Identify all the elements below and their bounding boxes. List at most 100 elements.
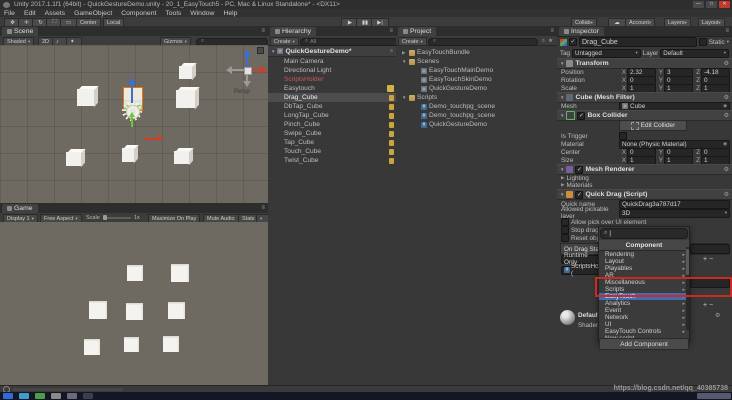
project-item-quickgesturedemo[interactable]: QuickGestureDemo xyxy=(398,84,557,93)
add-component-button[interactable]: Add Component xyxy=(599,338,689,350)
tab-scene[interactable]: Scene xyxy=(2,27,38,36)
gear-icon[interactable]: ⚙ xyxy=(724,112,729,119)
allowed-layer-dropdown[interactable]: 3D▾ xyxy=(619,209,730,218)
quick-drag-enabled-checkbox[interactable] xyxy=(575,191,583,199)
gear-icon[interactable]: ⚙ xyxy=(724,191,729,198)
project-create-button[interactable]: Create▾ xyxy=(398,37,427,46)
event-field-strip[interactable] xyxy=(690,244,730,254)
reset-object-checkbox[interactable] xyxy=(561,234,569,242)
gear-icon[interactable]: ⚙ xyxy=(724,94,729,101)
project-item-demo_touchpg_scene[interactable]: #Demo_touchpg_scene xyxy=(398,102,557,111)
axis-y-icon[interactable] xyxy=(246,55,248,67)
project-item-demo_touchpg_scene[interactable]: #Demo_touchpg_scene xyxy=(398,111,557,120)
active-checkbox[interactable] xyxy=(569,38,577,46)
scale-slider-thumb[interactable] xyxy=(103,215,107,220)
game-viewport[interactable] xyxy=(0,222,268,385)
scene-cube[interactable] xyxy=(174,148,193,164)
project-item-easytouchbundle[interactable]: ▶EasyTouchBundle xyxy=(398,48,557,57)
hierarchy-item-touch_cube[interactable]: Touch_Cube xyxy=(268,147,396,156)
edit-collider-button[interactable]: Edit Collider xyxy=(619,120,687,131)
taskbar-app-icon[interactable] xyxy=(83,393,93,399)
component-menu-item-analytics[interactable]: Analytics▸ xyxy=(599,300,689,307)
axis-center-cube-icon[interactable] xyxy=(244,67,252,75)
scene-cube[interactable] xyxy=(179,63,196,79)
panel-menu-icon[interactable]: ≡ xyxy=(261,205,265,211)
scene-cube[interactable] xyxy=(122,145,138,162)
scene-viewport[interactable]: Persp xyxy=(0,45,268,203)
project-item-scripts[interactable]: ▼Scripts xyxy=(398,93,557,102)
component-menu-item-event[interactable]: Event▸ xyxy=(599,307,689,314)
project-item-easytouchmaindemo[interactable]: EasyTouchMainDemo xyxy=(398,66,557,75)
materials-foldout[interactable]: ▶Materials xyxy=(557,181,730,189)
component-menu-item-layout[interactable]: Layout▸ xyxy=(599,258,689,265)
static-checkbox[interactable] xyxy=(699,38,707,46)
gizmo-green-axis-icon[interactable] xyxy=(131,117,133,127)
menu-gameobject[interactable]: GameObject xyxy=(74,10,112,17)
menu-tools[interactable]: Tools xyxy=(165,10,181,17)
hierarchy-item-longtap_cube[interactable]: LongTap_Cube xyxy=(268,111,396,120)
component-menu-item-easytouch-controls[interactable]: EasyTouch Controls▸ xyxy=(599,328,689,335)
persp-label[interactable]: Persp xyxy=(234,89,250,95)
hierarchy-item-main camera[interactable]: Main Camera xyxy=(268,57,396,66)
menu-help[interactable]: Help xyxy=(223,10,237,17)
hierarchy-item-pinch_cube[interactable]: Pinch_Cube xyxy=(268,120,396,129)
taskbar-app-icon[interactable] xyxy=(51,393,61,399)
hierarchy-create-button[interactable]: Create▾ xyxy=(270,37,299,46)
foldout-open-icon[interactable]: ▼ xyxy=(402,95,407,100)
hierarchy-search-input[interactable]: ⌕All xyxy=(300,38,398,46)
close-button[interactable]: ✕ xyxy=(719,1,730,8)
allow-pick-over-ui-checkbox[interactable] xyxy=(561,218,569,226)
event-add-button[interactable]: + − xyxy=(703,256,713,263)
panel-menu-icon[interactable]: ≡ xyxy=(261,28,265,34)
menu-component[interactable]: Component xyxy=(121,10,156,17)
project-item-easytouchskindemo[interactable]: EasyTouchSkinDemo xyxy=(398,75,557,84)
menu-assets[interactable]: Assets xyxy=(45,10,65,17)
taskbar-tray-icon[interactable] xyxy=(697,393,731,399)
search-by-type-icon[interactable]: ⌕ xyxy=(542,38,545,45)
gizmo-lock-icon[interactable] xyxy=(257,47,264,54)
scene-menu-icon[interactable]: ≡ xyxy=(390,48,393,54)
component-menu-item-ui[interactable]: UI▸ xyxy=(599,321,689,328)
quick-name-field[interactable]: QuickDrag3a787d17 xyxy=(619,200,730,209)
component-menu-item-network[interactable]: Network▸ xyxy=(599,314,689,321)
foldout-open-icon[interactable]: ▼ xyxy=(271,49,275,54)
event-add-button[interactable]: + − xyxy=(703,302,713,309)
component-menu-item-rendering[interactable]: Rendering▸ xyxy=(599,251,689,258)
material-sphere-preview[interactable] xyxy=(560,310,575,325)
panel-menu-icon[interactable]: ≡ xyxy=(389,28,393,34)
hierarchy-item-drag_cube[interactable]: Drag_Cube xyxy=(268,93,396,102)
menu-window[interactable]: Window xyxy=(190,10,214,17)
scale-slider[interactable] xyxy=(103,217,131,219)
menu-file[interactable]: File xyxy=(4,10,15,17)
scene-cube[interactable] xyxy=(66,149,85,166)
component-menu-item-playables[interactable]: Playables▸ xyxy=(599,265,689,272)
hierarchy-item-dbtap_cube[interactable]: DbTap_Cube xyxy=(268,102,396,111)
stop-drag-checkbox[interactable] xyxy=(561,226,569,234)
taskbar-start-icon[interactable] xyxy=(3,393,13,399)
box-collider-enabled-checkbox[interactable] xyxy=(577,112,585,120)
hierarchy-item-twist_cube[interactable]: Twist_Cube xyxy=(268,156,396,165)
tag-dropdown[interactable]: Untagged▾ xyxy=(572,49,641,58)
axis-left-icon[interactable] xyxy=(232,69,244,71)
windows-taskbar[interactable] xyxy=(0,392,732,400)
hierarchy-item-swipe_cube[interactable]: Swipe_Cube xyxy=(268,129,396,138)
foldout-open-icon[interactable]: ▼ xyxy=(402,59,407,64)
hierarchy-item-easytouch[interactable]: Easytouch xyxy=(268,84,396,93)
tab-inspector[interactable]: Inspector xyxy=(559,27,604,36)
component-search-input[interactable]: ⌕| xyxy=(600,228,688,239)
scene-header-row[interactable]: ▼ QuickGestureDemo* ≡ xyxy=(268,46,396,57)
tab-game[interactable]: Game xyxy=(2,204,38,213)
taskbar-app-icon[interactable] xyxy=(67,393,77,399)
scene-cube[interactable] xyxy=(176,87,199,108)
scene-orientation-gizmo[interactable] xyxy=(230,53,264,87)
hierarchy-item-directional light[interactable]: Directional Light xyxy=(268,66,396,75)
project-search-input[interactable]: ⌕ xyxy=(428,38,538,46)
gameobject-name-field[interactable]: Drag_Cube xyxy=(579,37,697,47)
gizmo-red-axis-icon[interactable] xyxy=(144,138,158,140)
maximize-button[interactable]: □ xyxy=(706,1,717,8)
minimize-button[interactable]: — xyxy=(693,1,704,8)
hierarchy-item-tap_cube[interactable]: Tap_Cube xyxy=(268,138,396,147)
gear-icon[interactable]: ⚙ xyxy=(724,60,729,67)
is-trigger-checkbox[interactable] xyxy=(619,132,627,140)
quick-drag-header[interactable]: ▼ Quick Drag (Script)⚙ xyxy=(557,189,732,200)
